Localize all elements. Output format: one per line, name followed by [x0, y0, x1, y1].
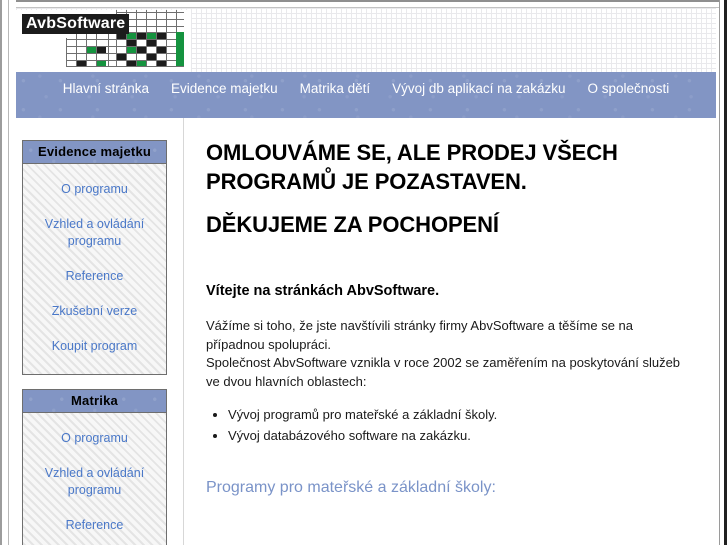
sidebar-box-title: Evidence majetku: [23, 141, 166, 164]
window-frame-top: [0, 0, 727, 8]
sidebar-box-title: Matrika: [23, 390, 166, 413]
sidebar-box-links: O programu Vzhled a ovládání programu Re…: [23, 164, 166, 374]
main-navigation: Hlavní stránka Evidence majetku Matrika …: [16, 72, 716, 118]
sidebar: Evidence majetku O programu Vzhled a ovl…: [16, 118, 184, 545]
sidebar-box-links: O programu Vzhled a ovládání programu Re…: [23, 413, 166, 545]
welcome-heading: Vítejte na stránkách AbvSoftware.: [206, 283, 440, 299]
sidebar-box-evidence-majetku: Evidence majetku O programu Vzhled a ovl…: [22, 140, 167, 375]
service-areas-list: Vývoj programů pro mateřské a základní š…: [206, 405, 694, 445]
sidebar-item-zkusebni-verze[interactable]: Zkušební verze: [27, 294, 162, 329]
list-item: Vývoj databázového software na zakázku.: [228, 426, 694, 445]
main-content: OMLOUVÁME SE, ALE PRODEJ VŠECH PROGRAMŮ …: [184, 118, 716, 545]
sidebar-item-vzhled-a-ovladani-programu[interactable]: Vzhled a ovládání programu: [27, 207, 162, 259]
sidebar-item-koupit-program[interactable]: Koupit program: [27, 329, 162, 364]
sidebar-item-matrika-vzhled-a-ovladani-programu[interactable]: Vzhled a ovládání programu: [27, 456, 162, 508]
nav-item-evidence-majetku[interactable]: Evidence majetku: [160, 79, 289, 98]
nav-item-hlavni-stranka[interactable]: Hlavní stránka: [52, 79, 160, 98]
company-paragraph: Společnost AbvSoftware vznikla v roce 20…: [206, 355, 681, 389]
programs-for-schools-subheading: Programy pro mateřské a základní školy:: [206, 479, 496, 496]
list-item: Vývoj programů pro mateřské a základní š…: [228, 405, 694, 424]
sidebar-item-matrika-reference[interactable]: Reference: [27, 508, 162, 543]
site-header: AvbSoftware: [16, 8, 716, 72]
sidebar-box-matrika: Matrika O programu Vzhled a ovládání pro…: [22, 389, 167, 545]
page-canvas: AvbSoftware Hlavní stránka Evidence maje…: [16, 8, 716, 545]
sales-suspended-notice: OMLOUVÁME SE, ALE PRODEJ VŠECH PROGRAMŮ …: [206, 140, 618, 194]
browser-viewport: AvbSoftware Hlavní stránka Evidence maje…: [0, 0, 727, 545]
site-logo[interactable]: AvbSoftware: [16, 8, 191, 72]
content-row: Evidence majetku O programu Vzhled a ovl…: [16, 118, 716, 545]
sidebar-item-o-programu[interactable]: O programu: [27, 172, 162, 207]
nav-item-matrika-deti[interactable]: Matrika dětí: [289, 79, 382, 98]
intro-paragraph: Vážíme si toho, že jste navštívili strán…: [206, 318, 634, 352]
nav-item-vyvoj-db-aplikaci[interactable]: Vývoj db aplikací na zakázku: [381, 79, 576, 98]
window-frame-right: [719, 0, 727, 545]
sidebar-item-reference[interactable]: Reference: [27, 259, 162, 294]
sidebar-item-matrika-o-programu[interactable]: O programu: [27, 421, 162, 456]
nav-item-o-spolecnosti[interactable]: O společnosti: [576, 79, 680, 98]
logo-wordmark: AvbSoftware: [22, 14, 130, 34]
thank-you-notice: DĚKUJEME ZA POCHOPENÍ: [206, 212, 499, 237]
window-frame-left: [0, 0, 16, 545]
